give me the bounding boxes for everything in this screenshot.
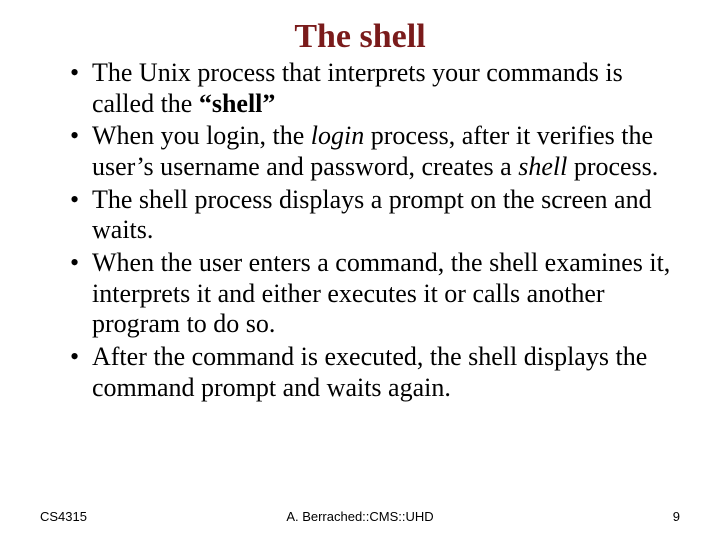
bullet-text: The Unix process that interprets your co… [92,58,623,118]
bullet-list: The Unix process that interprets your co… [40,58,680,403]
bullet-italic: shell [518,152,567,181]
bullet-item: When the user enters a command, the shel… [70,248,680,340]
bullet-italic: login [311,121,364,150]
bullet-text: process. [567,152,658,181]
bullet-item: After the command is executed, the shell… [70,342,680,403]
bullet-text: After the command is executed, the shell… [92,342,647,402]
slide: The shell The Unix process that interpre… [0,0,720,540]
bullet-item: The shell process displays a prompt on t… [70,185,680,246]
bullet-text: The shell process displays a prompt on t… [92,185,652,245]
bullet-bold: “shell” [199,89,276,118]
slide-title: The shell [40,18,680,56]
footer-author: A. Berrached::CMS::UHD [40,509,680,524]
bullet-item: When you login, the login process, after… [70,121,680,182]
bullet-text: When the user enters a command, the shel… [92,248,670,338]
footer-page-number: 9 [673,509,680,524]
bullet-item: The Unix process that interprets your co… [70,58,680,119]
bullet-text: When you login, the [92,121,311,150]
